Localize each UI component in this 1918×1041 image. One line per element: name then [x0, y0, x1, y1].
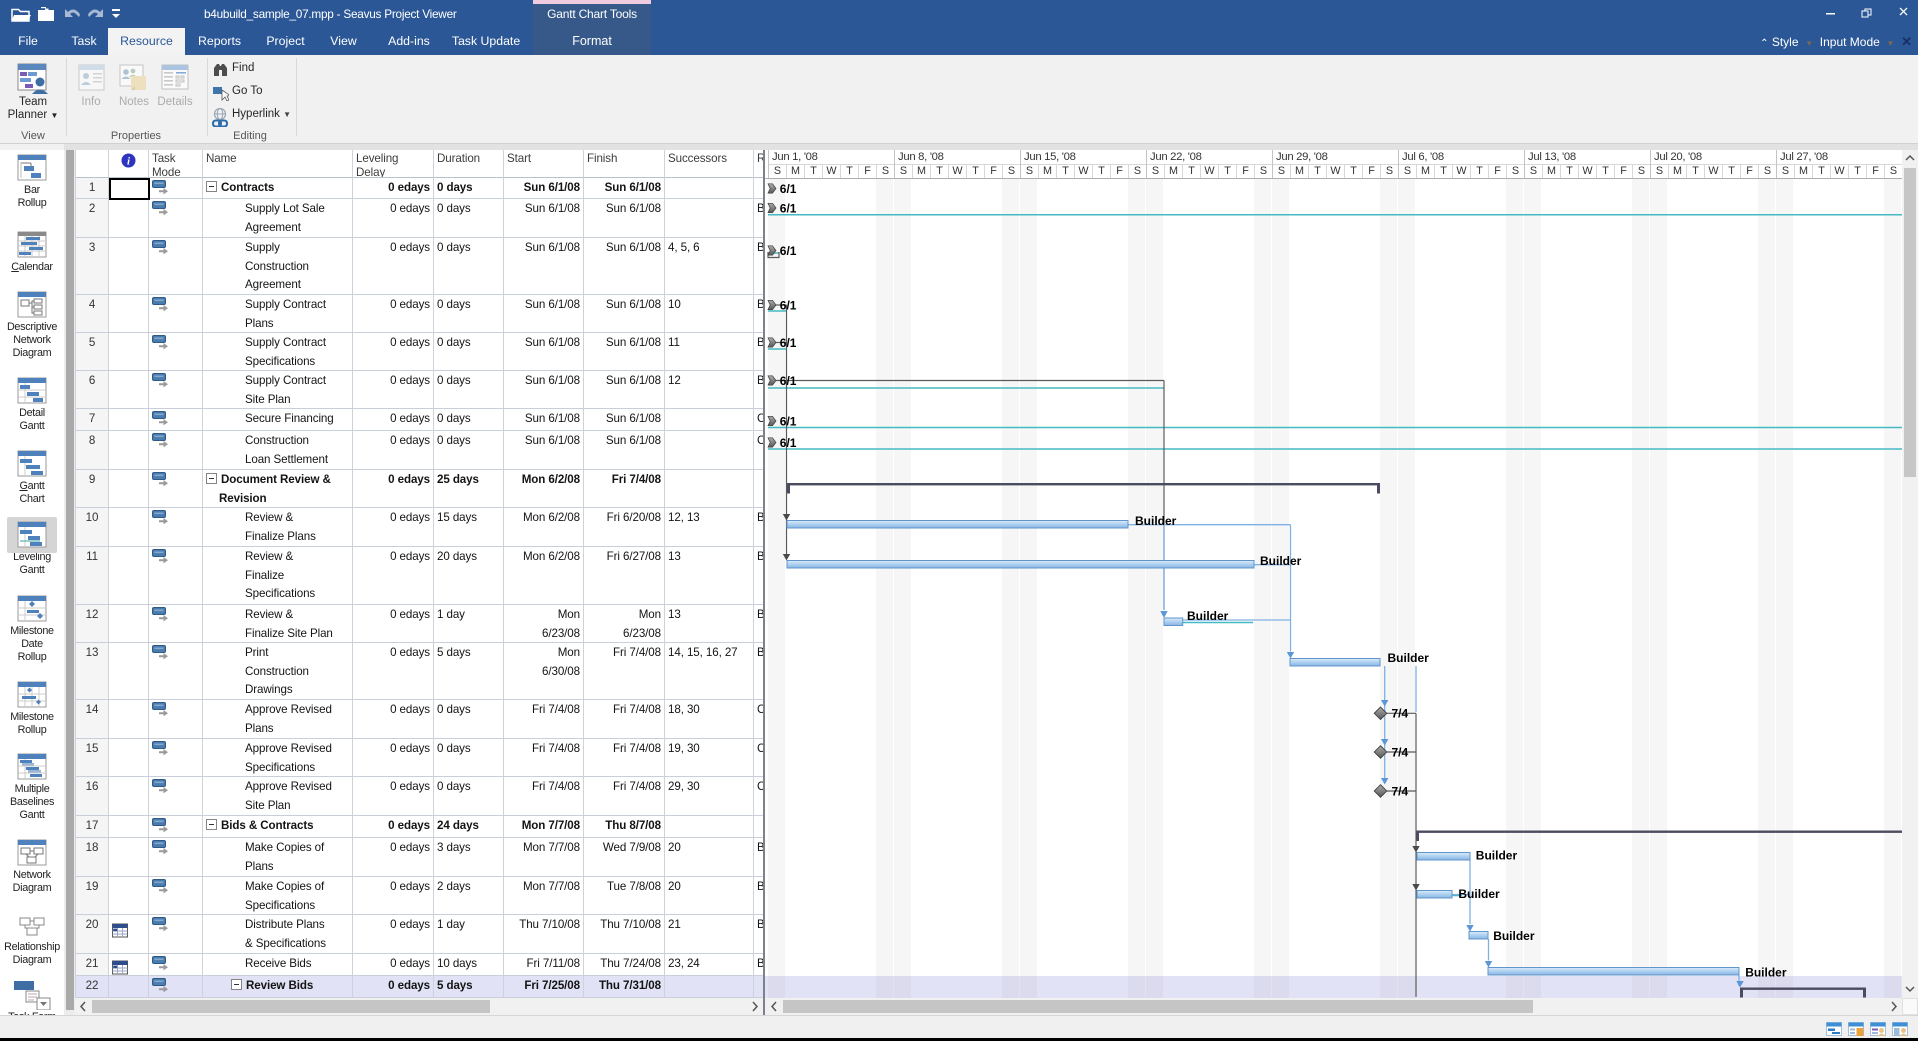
svg-text:Builder: Builder	[1187, 609, 1229, 623]
svg-text:6/1: 6/1	[780, 374, 797, 388]
svg-text:6/1: 6/1	[780, 298, 797, 312]
svg-text:Builder: Builder	[1458, 887, 1500, 901]
svg-text:7/4: 7/4	[1392, 745, 1409, 759]
svg-text:Builder: Builder	[1135, 514, 1177, 528]
svg-text:Builder: Builder	[1493, 929, 1535, 943]
svg-text:6/1: 6/1	[780, 201, 797, 215]
svg-text:Builder: Builder	[1388, 651, 1430, 665]
svg-text:6/1: 6/1	[780, 336, 797, 350]
svg-text:7/4: 7/4	[1392, 707, 1409, 721]
svg-text:Builder: Builder	[1745, 966, 1787, 980]
svg-text:Builder: Builder	[1476, 849, 1518, 863]
svg-text:6/1: 6/1	[780, 182, 797, 196]
svg-text:6/1: 6/1	[780, 436, 797, 450]
svg-text:6/1: 6/1	[780, 244, 797, 258]
svg-text:Builder: Builder	[1260, 554, 1302, 568]
svg-text:6/1: 6/1	[780, 414, 797, 428]
svg-text:7/4: 7/4	[1392, 784, 1409, 798]
